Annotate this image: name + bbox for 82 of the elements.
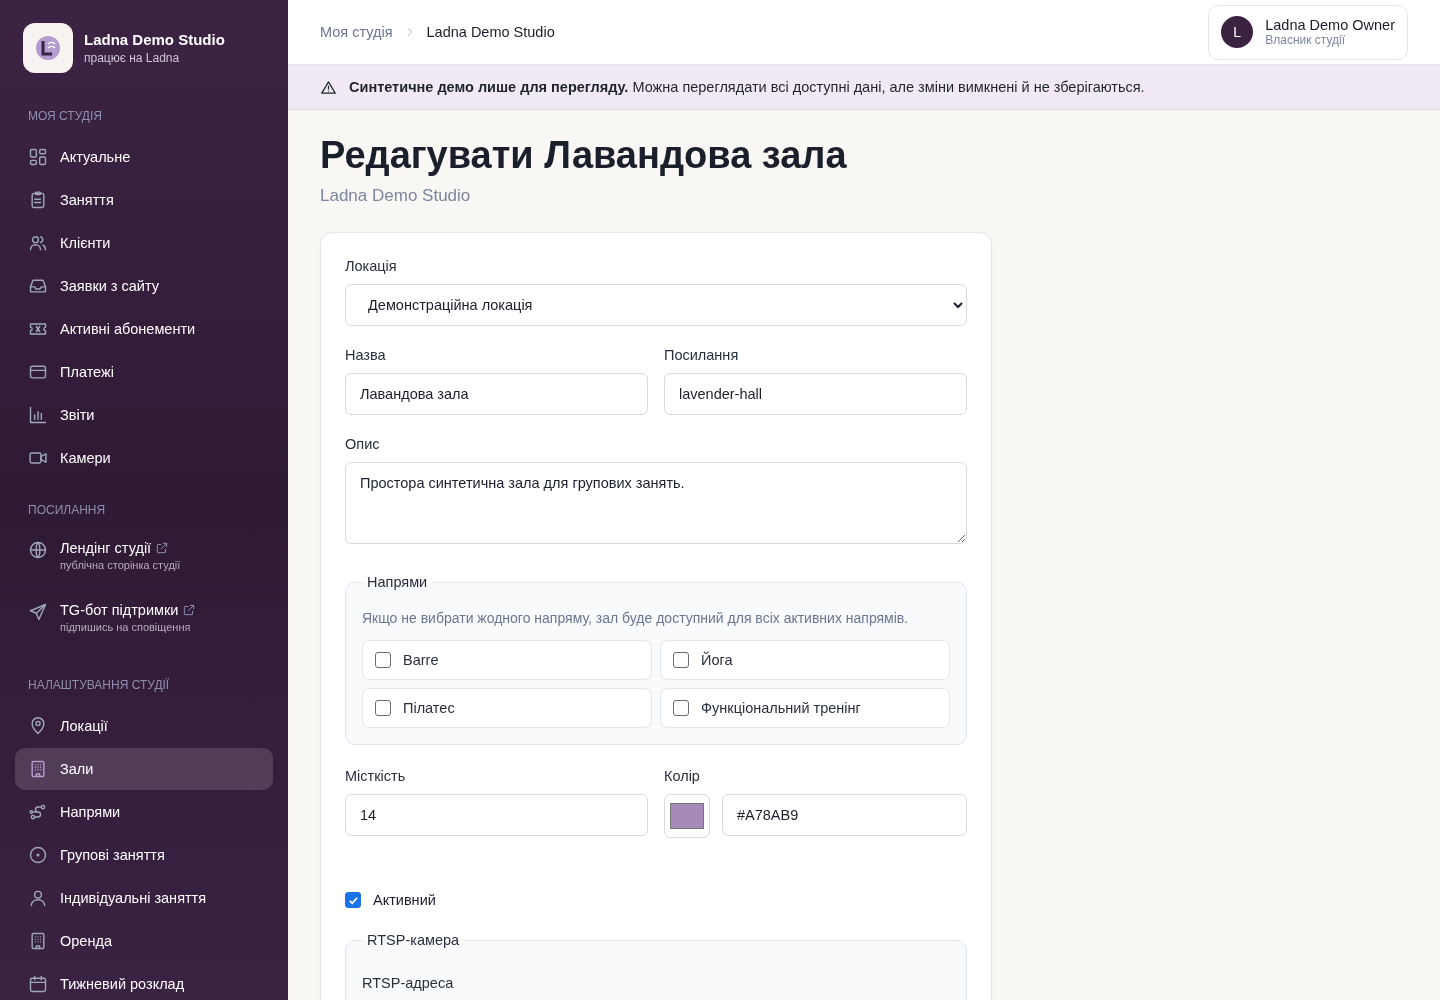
sidebar-link[interactable]: TG-бот підтримки підпишись на сповіщення: [15, 592, 273, 654]
checkmark-icon: [347, 894, 359, 906]
sidebar-item[interactable]: Напрями: [15, 791, 273, 833]
sidebar-item[interactable]: Звіти: [15, 394, 273, 436]
sidebar-item[interactable]: Оренда: [15, 920, 273, 962]
external-link-icon: [182, 603, 197, 617]
studio-name: Ladna Demo Studio: [84, 30, 225, 50]
location-select[interactable]: Демонстраційна локація: [345, 284, 967, 326]
color-field[interactable]: #A78AB9: [722, 794, 967, 836]
sidebar-item[interactable]: Платежі: [15, 351, 273, 393]
page-subtitle: Ladna Demo Studio: [320, 186, 472, 206]
field-label: Локація: [345, 257, 398, 275]
paper-plane-icon: [28, 602, 48, 622]
breadcrumb-link[interactable]: Моя студія: [320, 24, 393, 40]
sidebar-item[interactable]: Заняття: [15, 179, 273, 221]
checkbox-label: Йога: [701, 652, 733, 668]
card-icon: [28, 362, 48, 382]
color-picker[interactable]: [664, 794, 710, 838]
link-label: Лендінг студії: [60, 540, 152, 556]
route-icon: [28, 802, 48, 822]
avatar: L: [1221, 16, 1254, 48]
capacity-field[interactable]: 14: [345, 794, 648, 836]
page-title: Редагувати Лавандова зала: [320, 133, 848, 178]
link-caption: підпишись на сповіщення: [60, 621, 192, 633]
sidebar-item[interactable]: Тижневий розклад: [15, 963, 273, 1000]
user-role: Власник студії: [1265, 33, 1347, 47]
description-field[interactable]: Простора синтетична зала для групових занять.: [345, 462, 967, 544]
map-pin-icon: [28, 716, 48, 736]
link-label: TG-бот підтримки: [60, 602, 179, 618]
checkbox[interactable]: [673, 652, 689, 668]
name-field[interactable]: Лавандова зала: [345, 373, 648, 415]
circle-dot-icon: [28, 845, 48, 865]
sidebar-item[interactable]: Індивідуальні заняття: [15, 877, 273, 919]
users-icon: [28, 233, 48, 253]
user-menu[interactable]: L Ladna Demo Owner Власник студії: [1208, 4, 1408, 60]
field-label: Посилання: [664, 346, 740, 364]
checkbox-label: Barre: [403, 652, 439, 668]
warning-icon: [320, 78, 337, 96]
checkbox[interactable]: [673, 700, 689, 716]
sidebar-item[interactable]: Заявки з сайту: [15, 265, 273, 307]
checkbox[interactable]: [375, 700, 391, 716]
field-label: RTSP-адреса: [362, 974, 455, 992]
field-label: Колір: [664, 767, 701, 785]
checkbox-label: Активний: [373, 892, 436, 908]
studio-subtitle: працює на Ladna: [84, 50, 181, 66]
breadcrumb-current: Ladna Demo Studio: [426, 24, 555, 40]
inbox-icon: [28, 276, 48, 296]
sidebar-item[interactable]: Зали: [15, 748, 273, 790]
checkbox-label: Пілатес: [403, 700, 455, 716]
group-legend: Напрями: [362, 574, 433, 590]
checkbox-label: Функціональний тренінг: [701, 700, 861, 716]
logo: [23, 23, 73, 73]
notice-text: Синтетичне демо лише для перегляду. Можна переглядати всі доступні дані, але зміни вимкнені й не зберігаються.: [349, 79, 1145, 95]
sidebar-item[interactable]: Актуальне: [15, 136, 273, 178]
sidebar-link[interactable]: Лендінг студії публічна сторінка студії: [15, 530, 273, 592]
checkbox[interactable]: [345, 892, 361, 908]
slug-field[interactable]: lavender-hall: [664, 373, 967, 415]
sidebar-item[interactable]: Локації: [15, 705, 273, 747]
building-icon: [28, 759, 48, 779]
user-icon: [28, 888, 48, 908]
field-label: Назва: [345, 346, 387, 364]
globe-icon: [28, 540, 48, 560]
clipboard-icon: [28, 190, 48, 210]
sidebar-item[interactable]: Клієнти: [15, 222, 273, 264]
section-title: МОЯ СТУДІЯ: [27, 108, 103, 125]
building-icon: [28, 931, 48, 951]
bar-chart-icon: [28, 405, 48, 425]
sidebar-item[interactable]: Активні абонементи: [15, 308, 273, 350]
grid-icon: [28, 147, 48, 167]
checkbox[interactable]: [375, 652, 391, 668]
hint-text: Якщо не вибрати жодного напряму, зал буде доступний для всіх активних напрямів.: [362, 610, 910, 626]
sidebar-item[interactable]: Групові заняття: [15, 834, 273, 876]
calendar-icon: [28, 974, 48, 994]
section-title: НАЛАШТУВАННЯ СТУДІЇ: [27, 677, 171, 694]
field-label: Місткість: [345, 767, 407, 785]
group-legend: RTSP-камера: [362, 932, 465, 948]
section-title: ПОСИЛАННЯ: [27, 502, 107, 519]
link-caption: публічна сторінка студії: [60, 559, 181, 571]
field-label: Опис: [345, 435, 381, 453]
user-name: Ladna Demo Owner: [1265, 17, 1395, 33]
external-link-icon: [155, 541, 170, 555]
sidebar-item[interactable]: Камери: [15, 437, 273, 479]
